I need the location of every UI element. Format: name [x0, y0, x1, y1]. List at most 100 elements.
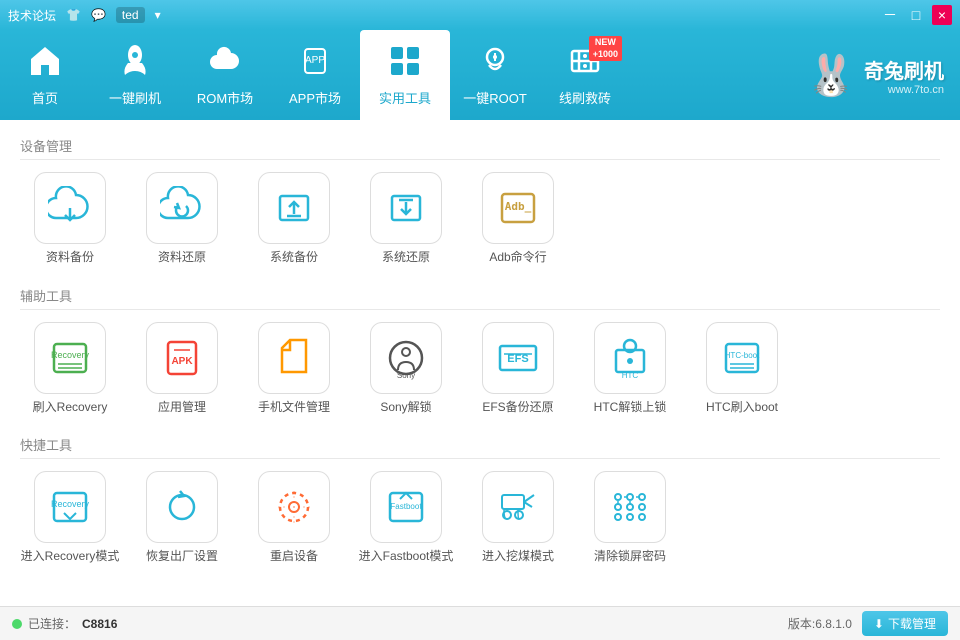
- nav-app[interactable]: APP APP市场: [270, 30, 360, 120]
- forum-link[interactable]: 技术论坛: [8, 7, 56, 24]
- root-icon: [477, 43, 513, 84]
- restore-data-label: 资料还原: [158, 250, 206, 266]
- svg-text:Recovery: Recovery: [51, 350, 90, 360]
- maximize-button[interactable]: □: [906, 5, 926, 25]
- svg-text:APK: APK: [171, 356, 193, 367]
- tool-fastboot[interactable]: Fastboot 进入Fastboot模式: [356, 471, 456, 565]
- tool-adb[interactable]: Adb_ Adb命令行: [468, 172, 568, 266]
- svg-text:Fastboot: Fastboot: [390, 502, 422, 511]
- status-left: 已连接： C8816: [12, 615, 117, 632]
- section-aux-title: 辅助工具: [20, 286, 940, 310]
- shirt-icon[interactable]: 👕: [66, 8, 81, 22]
- clear-pwd-label: 清除锁屏密码: [594, 549, 666, 565]
- tool-restore-sys[interactable]: 系统还原: [356, 172, 456, 266]
- nav-tools-label: 实用工具: [379, 88, 431, 107]
- svg-text:HTC: HTC: [622, 371, 639, 380]
- tool-recovery-mode[interactable]: Recovery 进入Recovery模式: [20, 471, 120, 565]
- backup-sys-svg: [272, 186, 316, 230]
- titlebar-left: 技术论坛 👕 💬 ted ▾: [8, 7, 161, 24]
- tool-reboot[interactable]: 重启设备: [244, 471, 344, 565]
- apk-svg: APK: [160, 336, 204, 380]
- factory-icon-box: [146, 471, 218, 543]
- nav-flash[interactable]: 一键刷机: [90, 30, 180, 120]
- titlebar-right: － □ ×: [880, 5, 952, 25]
- new-badge: NEW+1000: [589, 36, 622, 61]
- tool-file[interactable]: 手机文件管理: [244, 322, 344, 416]
- fastboot-svg: Fastboot: [384, 485, 428, 529]
- tool-clear-pwd[interactable]: 清除锁屏密码: [580, 471, 680, 565]
- svg-text:APP: APP: [305, 55, 325, 66]
- recovery-label: 刷入Recovery: [33, 400, 108, 416]
- logo-rabbit-icon: 🐰: [806, 52, 856, 99]
- efs-svg: EFS: [496, 336, 540, 380]
- tool-backup-data[interactable]: 资料备份: [20, 172, 120, 266]
- backup-sys-label: 系统备份: [270, 250, 318, 266]
- file-label: 手机文件管理: [258, 400, 330, 416]
- svg-text:Sony: Sony: [397, 371, 415, 380]
- minimize-button[interactable]: －: [880, 5, 900, 25]
- dig-label: 进入挖煤模式: [482, 549, 554, 565]
- tool-sony[interactable]: Sony Sony解锁: [356, 322, 456, 416]
- svg-text:Adb_: Adb_: [505, 200, 532, 213]
- chat-icon[interactable]: 💬: [91, 8, 106, 22]
- tool-efs[interactable]: EFS EFS备份还原: [468, 322, 568, 416]
- nav-tools[interactable]: 实用工具: [360, 30, 450, 120]
- section-device-title: 设备管理: [20, 136, 940, 160]
- device-tools-grid: 资料备份 资料还原: [20, 172, 940, 266]
- brand-url: www.7to.cn: [864, 84, 944, 96]
- reboot-label: 重启设备: [270, 549, 318, 565]
- chevron-down-icon[interactable]: ▾: [155, 8, 161, 22]
- aux-tools-grid: Recovery 刷入Recovery APK 应用管理: [20, 322, 940, 416]
- tool-recovery[interactable]: Recovery 刷入Recovery: [20, 322, 120, 416]
- brand-name: 奇兔刷机: [864, 55, 944, 84]
- nav-rom[interactable]: ROM市场: [180, 30, 270, 120]
- adb-svg: Adb_: [496, 186, 540, 230]
- nav-home[interactable]: 首页: [0, 30, 90, 120]
- section-aux: 辅助工具 Recovery 刷入Recovery: [20, 286, 940, 416]
- fastboot-icon-box: Fastboot: [370, 471, 442, 543]
- nav-root-label: 一键ROOT: [463, 88, 527, 107]
- htc-boot-label: HTC刷入boot: [706, 400, 778, 416]
- tool-restore-data[interactable]: 资料还原: [132, 172, 232, 266]
- restore-sys-icon-box: [370, 172, 442, 244]
- close-button[interactable]: ×: [932, 5, 952, 25]
- sony-svg: Sony: [384, 336, 428, 380]
- nav-rescue[interactable]: NEW+1000 线刷救砖: [540, 30, 630, 120]
- download-button[interactable]: ⬇ 下载管理: [862, 611, 948, 636]
- dig-icon-box: [482, 471, 554, 543]
- factory-svg: [160, 485, 204, 529]
- restore-sys-svg: [384, 186, 428, 230]
- connected-label: 已连接：: [28, 615, 76, 632]
- htc-unlock-svg: HTC: [608, 336, 652, 380]
- tool-backup-sys[interactable]: 系统备份: [244, 172, 344, 266]
- tool-apk[interactable]: APK 应用管理: [132, 322, 232, 416]
- tool-htc-boot[interactable]: HTC-boot HTC刷入boot: [692, 322, 792, 416]
- apk-icon-box: APK: [146, 322, 218, 394]
- tool-dig[interactable]: 进入挖煤模式: [468, 471, 568, 565]
- tool-htc-unlock[interactable]: HTC HTC解锁上锁: [580, 322, 680, 416]
- restore-data-svg: [160, 186, 204, 230]
- backup-sys-icon-box: [258, 172, 330, 244]
- nav-root[interactable]: 一键ROOT: [450, 30, 540, 120]
- clear-pwd-svg: [608, 485, 652, 529]
- download-label: 下载管理: [888, 615, 936, 632]
- section-device: 设备管理 资料备份: [20, 136, 940, 266]
- clear-pwd-icon-box: [594, 471, 666, 543]
- adb-label: Adb命令行: [489, 250, 546, 266]
- adb-icon-box: Adb_: [482, 172, 554, 244]
- nav-rom-label: ROM市场: [197, 88, 253, 107]
- recovery-mode-icon-box: Recovery: [34, 471, 106, 543]
- htc-boot-icon-box: HTC-boot: [706, 322, 778, 394]
- device-name: C8816: [82, 617, 117, 631]
- svg-text:EFS: EFS: [507, 353, 528, 365]
- version-label: 版本:6.8.1.0: [788, 615, 852, 632]
- titlebar: 技术论坛 👕 💬 ted ▾ － □ ×: [0, 0, 960, 30]
- tool-factory-reset[interactable]: 恢复出厂设置: [132, 471, 232, 565]
- logo-area: 🐰 奇兔刷机 www.7to.cn: [806, 30, 960, 120]
- user-label: ted: [116, 7, 145, 23]
- grid-icon: [387, 43, 423, 84]
- reboot-icon-box: [258, 471, 330, 543]
- file-svg: [272, 336, 316, 380]
- backup-data-label: 资料备份: [46, 250, 94, 266]
- svg-text:Recovery: Recovery: [51, 499, 90, 509]
